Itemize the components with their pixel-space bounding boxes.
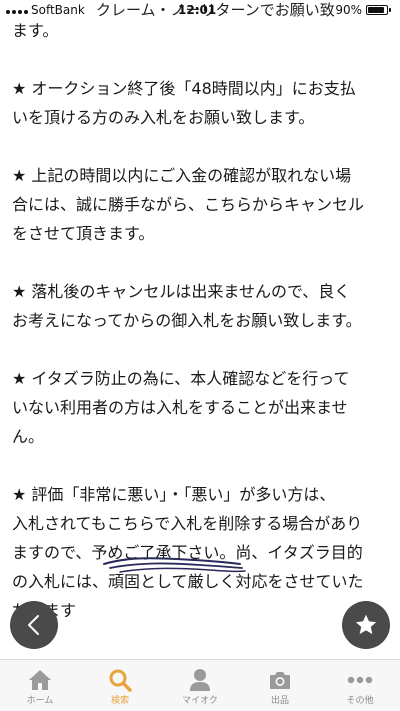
tab-search-label: 検索 [110, 696, 129, 706]
signal-icon [6, 6, 28, 14]
tab-my-auction-label: マイオク [182, 696, 218, 706]
tab-my-auction[interactable]: マイオク [160, 660, 240, 711]
more-icon [347, 667, 373, 693]
description-paragraph: ます。 [12, 21, 59, 40]
star-icon [355, 614, 377, 635]
tab-sell-label: 出品 [270, 696, 289, 706]
battery-fill [368, 7, 385, 13]
status-bar: SoftBank 12:01 90% [0, 0, 400, 20]
tab-home[interactable]: ホーム [0, 660, 80, 711]
item-description: ます。 ★ オークション終了後「48時間以内」にお支払 いを頂ける方のみ入札をお… [12, 16, 392, 625]
description-paragraph: ★ イタズラ防止の為に、本人確認などを行って いない利用者の方は入札をすることが… [12, 369, 350, 446]
tab-search[interactable]: 検索 [80, 660, 160, 711]
back-button[interactable] [10, 601, 58, 649]
carrier: SoftBank [6, 0, 85, 20]
tab-more-label: その他 [346, 696, 374, 706]
tab-more[interactable]: その他 [320, 660, 400, 711]
tab-home-label: ホーム [26, 696, 54, 706]
battery-percent: 90% [335, 3, 362, 17]
scribble-mark [103, 557, 246, 573]
description-paragraph: ★ 落札後のキャンセルは出来ませんので、良く お考えになってからの御入札をお願い… [12, 282, 362, 330]
favorite-button[interactable] [342, 601, 390, 649]
battery-icon [366, 5, 391, 15]
person-icon [187, 667, 213, 693]
carrier-name: SoftBank [31, 3, 85, 17]
home-icon [27, 667, 53, 693]
camera-icon [267, 667, 293, 693]
chevron-left-icon [28, 615, 39, 635]
clock: 12:01 [178, 3, 217, 17]
description-paragraph: ★ 上記の時間以内にご入金の確認が取れない場 合には、誠に勝手ながら、こちらから… [12, 166, 365, 243]
tab-sell[interactable]: 出品 [240, 660, 320, 711]
tab-bar: ホーム 検索 マイオク 出品 その他 [0, 659, 400, 711]
search-icon [107, 667, 133, 693]
description-paragraph: ★ オークション終了後「48時間以内」にお支払 いを頂ける方のみ入札をお願い致し… [12, 79, 356, 127]
